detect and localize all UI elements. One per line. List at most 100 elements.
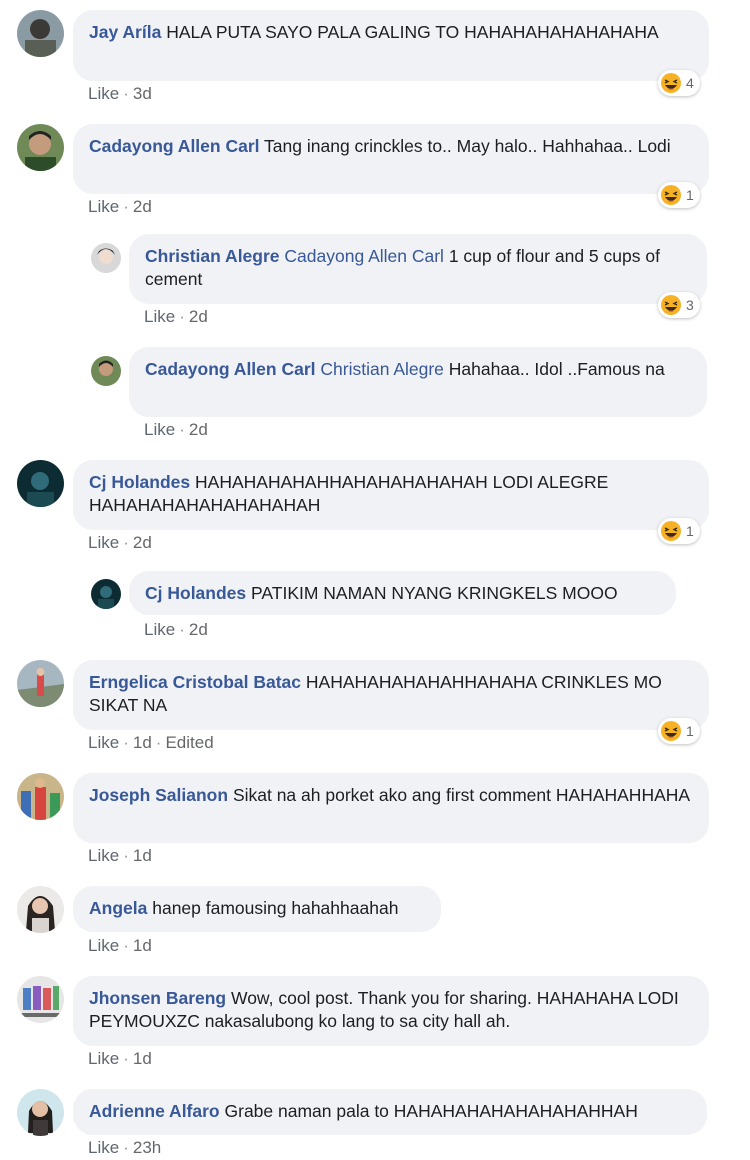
comment-text: Hahahaa.. Idol ..Famous na — [448, 359, 665, 379]
reaction-count[interactable]: 4 — [658, 70, 700, 96]
comment-author[interactable]: Cadayong Allen Carl — [145, 359, 316, 379]
avatar-image — [91, 356, 121, 386]
comment-meta: Like · 1d — [88, 1049, 152, 1069]
comment-author[interactable]: Christian Alegre — [145, 246, 280, 266]
comment-meta: Like · 1d — [88, 846, 152, 866]
comment-bubble: Adrienne Alfaro Grabe naman pala to HAHA… — [73, 1089, 707, 1135]
avatar[interactable] — [17, 886, 64, 933]
mention-link[interactable]: Christian Alegre — [320, 359, 444, 379]
comment-author[interactable]: Cadayong Allen Carl — [89, 136, 260, 156]
reaction-number: 3 — [686, 297, 694, 313]
avatar[interactable] — [17, 660, 64, 707]
comment-time[interactable]: 2d — [189, 307, 208, 326]
haha-emoji-icon — [661, 721, 681, 741]
comment-bubble: Joseph Salianon Sikat na ah porket ako a… — [73, 773, 709, 843]
like-link[interactable]: Like — [88, 533, 119, 552]
comment-time[interactable]: 3d — [133, 84, 152, 103]
comment-bubble: Angela hanep famousing hahahhaahah — [73, 886, 441, 932]
comment-author[interactable]: Erngelica Cristobal Batac — [89, 672, 301, 692]
comment-time[interactable]: 2d — [133, 533, 152, 552]
comment-time[interactable]: 2d — [189, 420, 208, 439]
separator: · — [123, 846, 129, 865]
separator: · — [123, 84, 129, 103]
like-link[interactable]: Like — [88, 1138, 119, 1157]
avatar[interactable] — [91, 579, 121, 609]
reaction-count[interactable]: 3 — [658, 292, 700, 318]
avatar[interactable] — [91, 356, 121, 386]
avatar-image — [17, 773, 64, 820]
reaction-number: 1 — [686, 723, 694, 739]
avatar[interactable] — [17, 1089, 64, 1136]
avatar-image — [17, 10, 64, 57]
comment-text: PATIKIM NAMAN NYANG KRINGKELS MOOO — [251, 583, 618, 603]
comment-time[interactable]: 2d — [133, 197, 152, 216]
comment-time[interactable]: 1d — [133, 936, 152, 955]
comment-meta: Like · 2d — [88, 197, 152, 217]
avatar[interactable] — [17, 10, 64, 57]
comment-author[interactable]: Angela — [89, 898, 147, 918]
comment-bubble: Jay Aríla HALA PUTA SAYO PALA GALING TO … — [73, 10, 709, 81]
avatar[interactable] — [17, 773, 64, 820]
comment-time[interactable]: 1d — [133, 1049, 152, 1068]
separator: · — [155, 733, 162, 752]
comment-meta: Like · 2d — [144, 620, 208, 640]
like-link[interactable]: Like — [88, 197, 119, 216]
comment-text: Sikat na ah porket ako ang first comment… — [232, 785, 691, 805]
avatar-image — [17, 1089, 64, 1136]
separator: · — [179, 420, 185, 439]
like-link[interactable]: Like — [88, 1049, 119, 1068]
mention-link[interactable]: Cadayong Allen Carl — [284, 246, 444, 266]
like-link[interactable]: Like — [88, 84, 119, 103]
comment-time[interactable]: 2d — [189, 620, 208, 639]
avatar[interactable] — [17, 976, 64, 1023]
comment-meta: Like · 1d · Edited — [88, 733, 214, 753]
like-link[interactable]: Like — [88, 936, 119, 955]
comment-meta: Like · 3d — [88, 84, 152, 104]
like-link[interactable]: Like — [144, 307, 175, 326]
comment-bubble: Cj Holandes PATIKIM NAMAN NYANG KRINGKEL… — [129, 571, 676, 615]
edited-label[interactable]: Edited — [165, 733, 213, 752]
like-link[interactable]: Like — [88, 846, 119, 865]
avatar-image — [17, 886, 64, 933]
comment-time[interactable]: 23h — [133, 1138, 161, 1157]
comment-time[interactable]: 1d — [133, 846, 152, 865]
reaction-count[interactable]: 1 — [658, 182, 700, 208]
comment-author[interactable]: Cj Holandes — [89, 472, 190, 492]
separator: · — [123, 733, 129, 752]
comment-meta: Like · 1d — [88, 936, 152, 956]
haha-emoji-icon — [661, 73, 681, 93]
separator: · — [123, 533, 129, 552]
haha-emoji-icon — [661, 521, 681, 541]
comment-bubble: Cadayong Allen Carl Tang inang crinckles… — [73, 124, 709, 194]
like-link[interactable]: Like — [88, 733, 119, 752]
haha-emoji-icon — [661, 185, 681, 205]
comment-meta: Like · 23h — [88, 1138, 161, 1158]
avatar-image — [17, 976, 64, 1023]
comment-author[interactable]: Jay Aríla — [89, 22, 161, 42]
comment-time[interactable]: 1d — [133, 733, 152, 752]
comment-author[interactable]: Jhonsen Bareng — [89, 988, 226, 1008]
separator: · — [123, 936, 129, 955]
comment-meta: Like · 2d — [144, 307, 208, 327]
reaction-count[interactable]: 1 — [658, 518, 700, 544]
avatar[interactable] — [17, 124, 64, 171]
comment-author[interactable]: Joseph Salianon — [89, 785, 228, 805]
separator: · — [123, 197, 129, 216]
haha-emoji-icon — [661, 295, 681, 315]
avatar[interactable] — [17, 460, 64, 507]
separator: · — [123, 1049, 129, 1068]
comment-author[interactable]: Cj Holandes — [145, 583, 246, 603]
like-link[interactable]: Like — [144, 420, 175, 439]
comment-bubble: Christian Alegre Cadayong Allen Carl 1 c… — [129, 234, 707, 304]
like-link[interactable]: Like — [144, 620, 175, 639]
reaction-count[interactable]: 1 — [658, 718, 700, 744]
reaction-number: 1 — [686, 523, 694, 539]
comment-author[interactable]: Adrienne Alfaro — [89, 1101, 220, 1121]
separator: · — [179, 307, 185, 326]
comment-meta: Like · 2d — [144, 420, 208, 440]
separator: · — [123, 1138, 129, 1157]
comment-text: Tang inang crinckles to.. May halo.. Hah… — [264, 136, 671, 156]
avatar[interactable] — [91, 243, 121, 273]
avatar-image — [91, 243, 121, 273]
avatar-image — [91, 579, 121, 609]
